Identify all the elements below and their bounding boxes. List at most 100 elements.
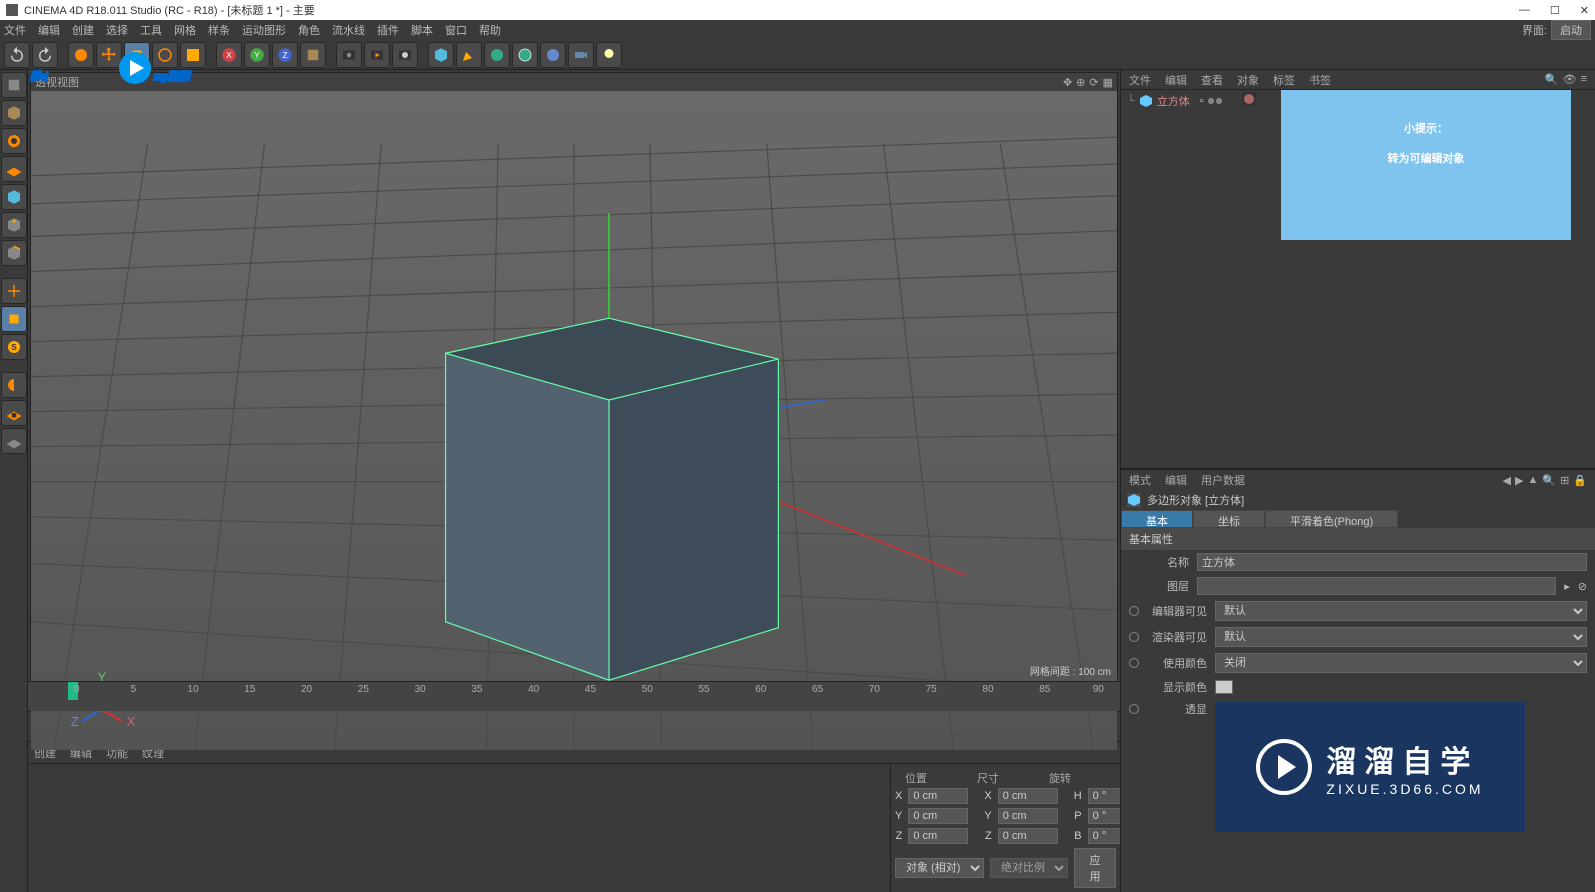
enable-axis-button[interactable] <box>1 278 27 304</box>
attr-lock-icon[interactable]: 🔒 <box>1573 474 1587 487</box>
xray-radio[interactable] <box>1129 704 1139 714</box>
phong-tag-icon[interactable] <box>1242 92 1256 109</box>
timeline-ruler[interactable]: 0 5 10 15 20 25 30 35 40 45 50 55 60 65 … <box>28 681 1120 711</box>
om-file[interactable]: 文件 <box>1129 72 1151 88</box>
z-axis-lock[interactable]: Z <box>272 42 298 68</box>
menu-mesh[interactable]: 网格 <box>174 22 196 38</box>
object-visibility-toggle[interactable] <box>1208 98 1232 104</box>
scale-tool[interactable] <box>124 42 150 68</box>
om-edit[interactable]: 编辑 <box>1165 72 1187 88</box>
redo-button[interactable] <box>32 42 58 68</box>
attr-up-icon[interactable]: ▲ <box>1527 474 1538 487</box>
primitive-cube-button[interactable] <box>428 42 454 68</box>
attr-userdata[interactable]: 用户数据 <box>1201 472 1245 488</box>
object-mode-button[interactable] <box>1 184 27 210</box>
live-select-tool[interactable] <box>68 42 94 68</box>
viewport-toggle-icon[interactable]: ▦ <box>1103 76 1113 89</box>
menu-character[interactable]: 角色 <box>298 22 320 38</box>
attr-layer-input[interactable] <box>1197 577 1556 595</box>
attr-edit[interactable]: 编辑 <box>1165 472 1187 488</box>
attr-search-icon[interactable]: 🔍 <box>1542 474 1556 487</box>
coord-mode2-select[interactable]: 绝对比例 <box>990 858 1068 878</box>
object-expand-icon[interactable]: └ <box>1127 95 1135 107</box>
om-eye-icon[interactable]: 👁 <box>1563 73 1577 86</box>
minimize-button[interactable]: — <box>1519 4 1530 17</box>
pos-x-input[interactable] <box>908 788 968 804</box>
viewport-zoom-icon[interactable]: ⊕ <box>1076 76 1085 89</box>
attr-use-color-select[interactable]: 关闭 <box>1215 653 1587 673</box>
render-view-button[interactable] <box>336 42 362 68</box>
make-editable-button[interactable] <box>1 72 27 98</box>
coord-mode-select[interactable]: 对象 (相对) <box>895 858 984 878</box>
menu-edit[interactable]: 编辑 <box>38 22 60 38</box>
om-object[interactable]: 对象 <box>1237 72 1259 88</box>
undo-button[interactable] <box>4 42 30 68</box>
last-tool[interactable] <box>180 42 206 68</box>
editor-vis-radio[interactable] <box>1129 606 1139 616</box>
size-y-input[interactable] <box>998 808 1058 824</box>
pos-z-input[interactable] <box>908 828 968 844</box>
om-view[interactable]: 查看 <box>1201 72 1223 88</box>
rotate-tool[interactable] <box>152 42 178 68</box>
menu-tools[interactable]: 工具 <box>140 22 162 38</box>
menu-create[interactable]: 创建 <box>72 22 94 38</box>
menu-help[interactable]: 帮助 <box>479 22 501 38</box>
texture-mode-button[interactable] <box>1 128 27 154</box>
spline-pen-button[interactable] <box>456 42 482 68</box>
use-color-radio[interactable] <box>1129 658 1139 668</box>
menu-file[interactable]: 文件 <box>4 22 26 38</box>
viewport-solo-button[interactable] <box>1 306 27 332</box>
viewport-perspective[interactable]: 透视视图 ✥ ⊕ ⟳ ▦ <box>30 72 1118 679</box>
attr-mode[interactable]: 模式 <box>1129 472 1151 488</box>
snap-button[interactable]: S <box>1 334 27 360</box>
menu-select[interactable]: 选择 <box>106 22 128 38</box>
y-axis-lock[interactable]: Y <box>244 42 270 68</box>
render-vis-radio[interactable] <box>1129 632 1139 642</box>
viewport-move-icon[interactable]: ✥ <box>1063 76 1072 89</box>
menu-script[interactable]: 脚本 <box>411 22 433 38</box>
camera-button[interactable] <box>568 42 594 68</box>
layer-clear-icon[interactable]: ⊘ <box>1578 580 1587 593</box>
viewport-rotate-icon[interactable]: ⟳ <box>1089 76 1098 89</box>
subtab-coord[interactable]: 坐标 <box>1193 510 1265 528</box>
menu-mograph[interactable]: 运动图形 <box>242 22 286 38</box>
om-layers-icon[interactable]: ≡ <box>1581 73 1587 86</box>
maximize-button[interactable]: ☐ <box>1550 4 1560 17</box>
light-button[interactable] <box>596 42 622 68</box>
generator-button[interactable] <box>484 42 510 68</box>
attr-back-icon[interactable]: ◀ <box>1503 474 1511 487</box>
object-name-label[interactable]: 立方体 <box>1157 93 1190 109</box>
attr-fwd-icon[interactable]: ▶ <box>1515 474 1523 487</box>
menu-pipeline[interactable]: 流水线 <box>332 22 365 38</box>
attr-editor-vis-select[interactable]: 默认 <box>1215 601 1587 621</box>
pos-y-input[interactable] <box>908 808 968 824</box>
menu-plugins[interactable]: 插件 <box>377 22 399 38</box>
model-mode-button[interactable] <box>1 100 27 126</box>
om-bookmarks[interactable]: 书签 <box>1309 72 1331 88</box>
size-z-input[interactable] <box>998 828 1058 844</box>
planar-workplane-button[interactable] <box>1 428 27 454</box>
locked-workplane-button[interactable] <box>1 400 27 426</box>
environment-button[interactable] <box>540 42 566 68</box>
x-axis-lock[interactable]: X <box>216 42 242 68</box>
coord-apply-button[interactable]: 应用 <box>1074 848 1116 888</box>
coord-system-button[interactable] <box>300 42 326 68</box>
menu-window[interactable]: 窗口 <box>445 22 467 38</box>
symmetry-button[interactable] <box>1 372 27 398</box>
render-settings-button[interactable] <box>392 42 418 68</box>
edge-mode-button[interactable] <box>1 240 27 266</box>
viewport-canvas[interactable]: X Y Z <box>31 73 1117 750</box>
layout-select[interactable]: 启动 <box>1551 20 1591 40</box>
subtab-phong[interactable]: 平滑着色(Phong) <box>1265 510 1398 528</box>
layer-picker-icon[interactable]: ▸ <box>1564 580 1570 593</box>
size-x-input[interactable] <box>998 788 1058 804</box>
object-layer-icon[interactable]: ▫ <box>1200 95 1204 107</box>
close-button[interactable]: ✕ <box>1580 4 1589 17</box>
object-manager[interactable]: └ 立方体 ▫ 小提示： 转为可编辑对象 <box>1121 90 1595 470</box>
menu-spline[interactable]: 样条 <box>208 22 230 38</box>
workplane-button[interactable] <box>1 156 27 182</box>
display-color-swatch[interactable] <box>1215 680 1233 694</box>
attr-new-icon[interactable]: ⊞ <box>1560 474 1569 487</box>
om-search-icon[interactable]: 🔍 <box>1545 73 1559 86</box>
render-pv-button[interactable] <box>364 42 390 68</box>
